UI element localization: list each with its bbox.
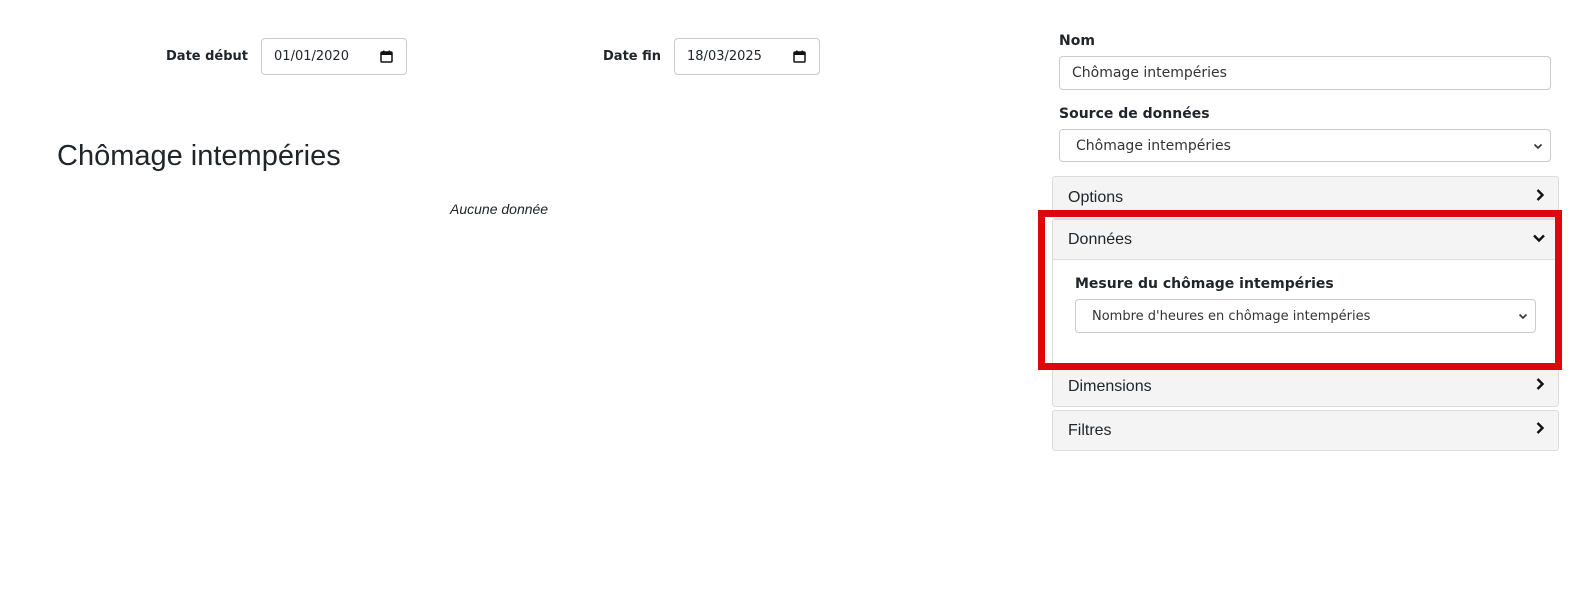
- data-panel: Données Mesure du chômage intempéries No…: [1052, 219, 1559, 364]
- filters-panel: Filtres: [1052, 410, 1559, 451]
- measure-select-value: Nombre d'heures en chômage intempéries: [1092, 308, 1371, 324]
- source-select[interactable]: Chômage intempéries: [1059, 129, 1551, 162]
- filters-panel-title: Filtres: [1068, 421, 1112, 439]
- empty-message: Aucune donnée: [450, 201, 549, 217]
- filters-panel-header[interactable]: Filtres: [1053, 411, 1558, 450]
- name-label: Nom: [1059, 33, 1095, 49]
- chart-title: Chômage intempéries: [57, 140, 341, 172]
- measure-select[interactable]: Nombre d'heures en chômage intempéries: [1075, 299, 1536, 333]
- name-input[interactable]: Chômage intempéries: [1059, 56, 1551, 90]
- source-select-value: Chômage intempéries: [1076, 137, 1231, 154]
- chevron-right-icon: [1534, 188, 1546, 207]
- chevron-down-icon: [1532, 231, 1546, 249]
- start-date-label: Date début: [166, 49, 249, 64]
- chevron-down-icon: [1517, 310, 1529, 322]
- options-panel-title: Options: [1068, 188, 1124, 206]
- source-label: Source de données: [1059, 106, 1210, 122]
- start-date-input[interactable]: 01/01/2020: [261, 38, 408, 75]
- data-panel-body: Mesure du chômage intempéries Nombre d'h…: [1053, 259, 1558, 363]
- calendar-icon[interactable]: [793, 50, 806, 63]
- start-date-group: Date début 01/01/2020: [166, 38, 408, 75]
- end-date-input[interactable]: 18/03/2025: [674, 38, 821, 75]
- measure-label: Mesure du chômage intempéries: [1075, 276, 1334, 292]
- options-panel-header[interactable]: Options: [1053, 177, 1558, 218]
- name-input-value: Chômage intempéries: [1072, 65, 1227, 81]
- chevron-right-icon: [1534, 377, 1546, 396]
- chevron-down-icon: [1532, 140, 1544, 152]
- calendar-icon[interactable]: [380, 50, 393, 63]
- data-panel-header[interactable]: Données: [1053, 220, 1558, 259]
- end-date-group: Date fin 18/03/2025: [603, 38, 821, 75]
- options-panel: Options: [1052, 176, 1559, 219]
- end-date-label: Date fin: [603, 49, 662, 64]
- start-date-value: 01/01/2020: [274, 49, 349, 64]
- end-date-value: 18/03/2025: [687, 49, 762, 64]
- dimensions-panel-header[interactable]: Dimensions: [1053, 367, 1558, 406]
- chevron-right-icon: [1534, 421, 1546, 440]
- dimensions-panel-title: Dimensions: [1068, 377, 1152, 395]
- data-panel-title: Données: [1068, 230, 1133, 248]
- dimensions-panel: Dimensions: [1052, 366, 1559, 407]
